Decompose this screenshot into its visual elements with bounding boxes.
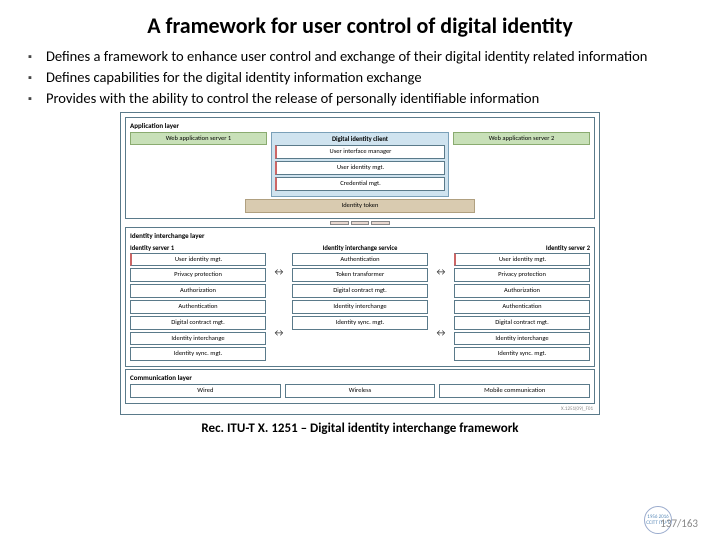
layer-label: Application layer: [130, 121, 590, 130]
figure-caption: Rec. ITU-T X. 1251 – Digital identity in…: [28, 421, 692, 436]
connector: [351, 221, 370, 225]
comm-box: Wireless: [285, 384, 436, 398]
application-layer: Application layer Web application server…: [125, 117, 595, 219]
framework-diagram: Application layer Web application server…: [120, 112, 600, 415]
server-box: Privacy protection: [130, 268, 266, 282]
comm-box: Wired: [130, 384, 281, 398]
bullet-item: Defines capabilities for the digital ide…: [28, 68, 692, 87]
connector: [330, 221, 349, 225]
service-label: Identity interchange service: [292, 244, 428, 252]
page-title: A framework for user control of digital …: [28, 12, 692, 39]
server-label: Identity server 2: [454, 244, 590, 252]
service-box: Digital contract mgt.: [292, 284, 428, 298]
server-box: Identity sync. mgt.: [454, 347, 590, 361]
bullet-item: Defines a framework to enhance user cont…: [28, 47, 692, 66]
arrow-icon: ↔: [273, 326, 286, 339]
server-box: Authorization: [454, 284, 590, 298]
layer-label: Communication layer: [130, 373, 590, 382]
server-box: Digital contract mgt.: [454, 316, 590, 330]
comm-box: Mobile communication: [439, 384, 590, 398]
bullet-list: Defines a framework to enhance user cont…: [28, 47, 692, 108]
identity-token-box: Identity token: [245, 199, 475, 213]
connector: [371, 221, 390, 225]
service-box: Identity interchange: [292, 300, 428, 314]
service-box: Authentication: [292, 253, 428, 267]
server-box: Authorization: [130, 284, 266, 298]
server-box: User identity mgt.: [130, 253, 266, 267]
arrow-icon: ↔: [435, 265, 448, 278]
service-box: Identity sync. mgt.: [292, 316, 428, 330]
server-box: Identity interchange: [130, 332, 266, 346]
client-sub-box: User identity mgt.: [275, 161, 445, 175]
service-box: Token transformer: [292, 268, 428, 282]
client-title: Digital identity client: [275, 136, 445, 144]
interchange-layer: Identity interchange layer Identity serv…: [125, 227, 595, 368]
arrow-column: ↔ ↔: [270, 242, 288, 364]
client-sub-box: Credential mgt.: [275, 177, 445, 191]
server-box: Identity interchange: [454, 332, 590, 346]
app-server-box: Web application server 1: [130, 132, 267, 146]
client-sub-box: User interface manager: [275, 145, 445, 159]
layer-label: Identity interchange layer: [130, 231, 590, 240]
arrow-icon: ↔: [435, 326, 448, 339]
server-box: Identity sync. mgt.: [130, 347, 266, 361]
server-box: Digital contract mgt.: [130, 316, 266, 330]
diagram-credit: X.1251(09)_F01: [123, 406, 597, 412]
server-box: Authentication: [454, 300, 590, 314]
server-box: Privacy protection: [454, 268, 590, 282]
server-label: Identity server 1: [130, 244, 266, 252]
arrow-column: ↔ ↔: [432, 242, 450, 364]
server-box: Authentication: [130, 300, 266, 314]
digital-identity-client: Digital identity client User interface m…: [271, 132, 449, 197]
communication-layer: Communication layer Wired Wireless Mobil…: [125, 369, 595, 404]
arrow-icon: ↔: [273, 265, 286, 278]
server-box: User identity mgt.: [454, 253, 590, 267]
app-server-box: Web application server 2: [453, 132, 590, 146]
bullet-item: Provides with the ability to control the…: [28, 89, 692, 108]
page-number: 137/163: [660, 517, 698, 530]
